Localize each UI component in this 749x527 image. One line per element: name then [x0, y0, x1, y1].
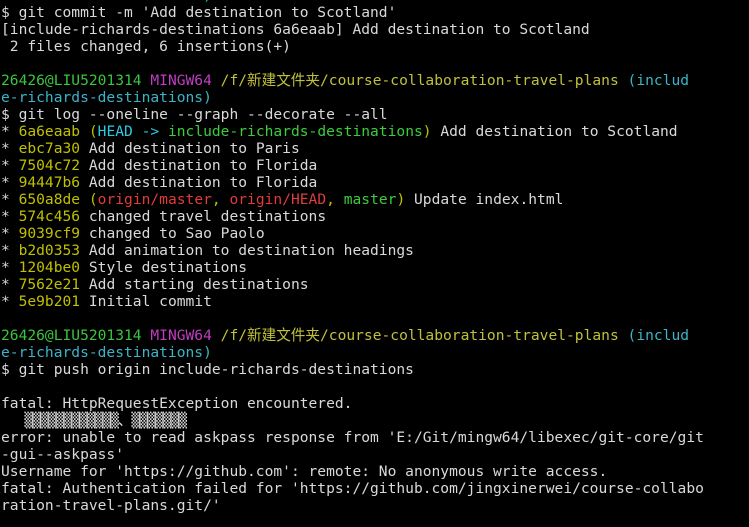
terminal-text-segment: Username for 'https://github.com': remot… [1, 463, 608, 480]
terminal-text-segment: Add destination to Florida [80, 174, 318, 191]
terminal-text-segment: include-richards-destinations [167, 123, 423, 140]
terminal-line: * 7562e21 Add starting destinations [1, 276, 704, 293]
terminal-text-segment: Style destinations [80, 259, 248, 276]
terminal-text-segment: ( [88, 123, 98, 140]
terminal-line: $ git log --oneline --graph --decorate -… [1, 106, 704, 123]
terminal-text-segment: e-richards-destinations) [1, 89, 212, 106]
terminal-line: e-richards-destinations) [1, 344, 704, 361]
terminal-line: * 574c456 changed travel destinations [1, 208, 704, 225]
terminal-text-segment: * [1, 276, 19, 293]
terminal-text-segment: Initial commit [80, 293, 212, 310]
terminal-text-segment: 1204be0 [18, 259, 81, 276]
terminal-line: * 9039cf9 changed to Sao Paolo [1, 225, 704, 242]
terminal-text-segment: /f/新建文件夹/course-collaboration-travel-pla… [220, 327, 628, 344]
terminal-text-segment: 5e9b201 [18, 293, 81, 310]
terminal-line: * b2d0353 Add animation to destination h… [1, 242, 704, 259]
terminal-text-segment: ) [396, 191, 406, 208]
terminal-line: * 7504c72 Add destination to Florida [1, 157, 704, 174]
terminal-text-segment: 574c456 [18, 208, 81, 225]
terminal-text-segment: Add starting destinations [80, 276, 309, 293]
terminal-line: * ebc7a30 Add destination to Paris [1, 140, 704, 157]
terminal-text-segment: MINGW64 [150, 72, 221, 89]
terminal-text-segment: 9039cf9 [18, 225, 81, 242]
terminal-text-segment: -gui--askpass' [1, 446, 125, 463]
terminal-text-segment: (includ [627, 327, 690, 344]
terminal-text-segment: * [1, 225, 19, 242]
terminal-line: ration-travel-plans.git/' [1, 497, 704, 514]
terminal-text-segment: 6a6eaab [18, 123, 89, 140]
terminal-line: [include-richards-destinations 6a6eaab] … [1, 21, 704, 38]
terminal-text-segment: * [1, 293, 19, 310]
terminal-line: e-richards-destinations) [1, 89, 704, 106]
terminal-line: * 6a6eaab (HEAD -> include-richards-dest… [1, 123, 704, 140]
terminal-line: ▒▒▒▒▒▒▒▒▒▒▒▒、▒▒▒▒▒▒▒ [1, 412, 704, 429]
terminal-line: $ git commit -m 'Add destination to Scot… [1, 4, 704, 21]
terminal-text-segment: changed to Sao Paolo [80, 225, 265, 242]
terminal-text-segment: $ git commit -m 'Add destination to Scot… [1, 4, 397, 21]
terminal-text-segment: [include-richards-destinations 6a6eaab] … [1, 21, 590, 38]
terminal-text-segment: 26426@LIU5201314 [1, 72, 151, 89]
terminal-line: fatal: Authentication failed for 'https:… [1, 480, 704, 497]
terminal-text-segment: * [1, 157, 19, 174]
terminal-text-segment: ebc7a30 [18, 140, 81, 157]
terminal-text-segment: * [1, 140, 19, 157]
terminal-text-segment: master [343, 191, 397, 208]
terminal-text-segment: fatal: HttpRequestException encountered. [1, 395, 353, 412]
terminal-text-segment: * [1, 174, 19, 191]
terminal-line: * 5e9b201 Initial commit [1, 293, 704, 310]
terminal-text-segment: 94447b6 [18, 174, 81, 191]
terminal-text-segment: ( [88, 191, 98, 208]
terminal-text-segment: fatal: Authentication failed for 'https:… [1, 480, 704, 497]
terminal-text-segment: ) [422, 123, 432, 140]
terminal-line: * 1204be0 Style destinations [1, 259, 704, 276]
terminal-line: -gui--askpass' [1, 446, 704, 463]
terminal-line: $ git push origin include-richards-desti… [1, 361, 704, 378]
terminal-text-segment: 650a8de [18, 191, 89, 208]
terminal-text-segment: $ git log --oneline --graph --decorate -… [1, 106, 388, 123]
terminal-text-segment: * [1, 191, 19, 208]
terminal-line: 26426@LIU5201314 MINGW64 /f/新建文件夹/course… [1, 327, 704, 344]
terminal-text-segment: ration-travel-plans.git/' [1, 497, 221, 514]
terminal-line: 26426@LIU5201314 MINGW64 /f/新建文件夹/course… [1, 72, 704, 89]
terminal-line: * 94447b6 Add destination to Florida [1, 174, 704, 191]
terminal-text-segment: Add destination to Scotland [431, 123, 678, 140]
terminal-text-segment: MINGW64 [150, 327, 221, 344]
terminal-text-segment: 7504c72 [18, 157, 81, 174]
terminal-text-segment: Add destination to Florida [80, 157, 318, 174]
terminal-text-segment: b2d0353 [18, 242, 81, 259]
terminal-text-segment: , [326, 191, 344, 208]
terminal-line: 2 files changed, 6 insertions(+) [1, 38, 704, 55]
terminal-text-segment: * [1, 123, 19, 140]
terminal-text-segment: changed travel destinations [80, 208, 327, 225]
terminal-line: error: unable to read askpass response f… [1, 429, 704, 446]
terminal-line: fatal: HttpRequestException encountered. [1, 395, 704, 412]
terminal-text-segment: Add animation to destination headings [80, 242, 414, 259]
terminal-output[interactable]: e-richards-destinations) $ git commit -m … [1, 0, 704, 514]
terminal-text-segment: ▒▒▒▒▒▒▒▒▒▒▒▒、▒▒▒▒▒▒▒ [1, 412, 187, 429]
terminal-text-segment: , [211, 191, 230, 208]
terminal-text-segment: origin/master [97, 191, 212, 208]
terminal-text-segment: Add destination to Paris [80, 140, 300, 157]
terminal-text-segment: * [1, 208, 19, 225]
terminal-text-segment: 26426@LIU5201314 [1, 327, 151, 344]
terminal-text-segment: 7562e21 [18, 276, 81, 293]
terminal-text-segment: $ git push origin include-richards-desti… [1, 361, 414, 378]
terminal-text-segment: * [1, 259, 19, 276]
terminal-text-segment: Update index.html [405, 191, 564, 208]
terminal-line: Username for 'https://github.com': remot… [1, 463, 704, 480]
terminal-line: * 650a8de (origin/master, origin/HEAD, m… [1, 191, 704, 208]
terminal-text-segment: 2 files changed, 6 insertions(+) [1, 38, 291, 55]
terminal-text-segment: (includ [627, 72, 690, 89]
terminal-text-segment: HEAD -> [97, 123, 168, 140]
terminal-text-segment: error: unable to read askpass response f… [1, 429, 704, 446]
terminal-text-segment: e-richards-destinations) [1, 344, 212, 361]
terminal-text-segment: * [1, 242, 19, 259]
terminal-text-segment: origin/HEAD [229, 191, 327, 208]
terminal-text-segment: /f/新建文件夹/course-collaboration-travel-pla… [220, 72, 628, 89]
